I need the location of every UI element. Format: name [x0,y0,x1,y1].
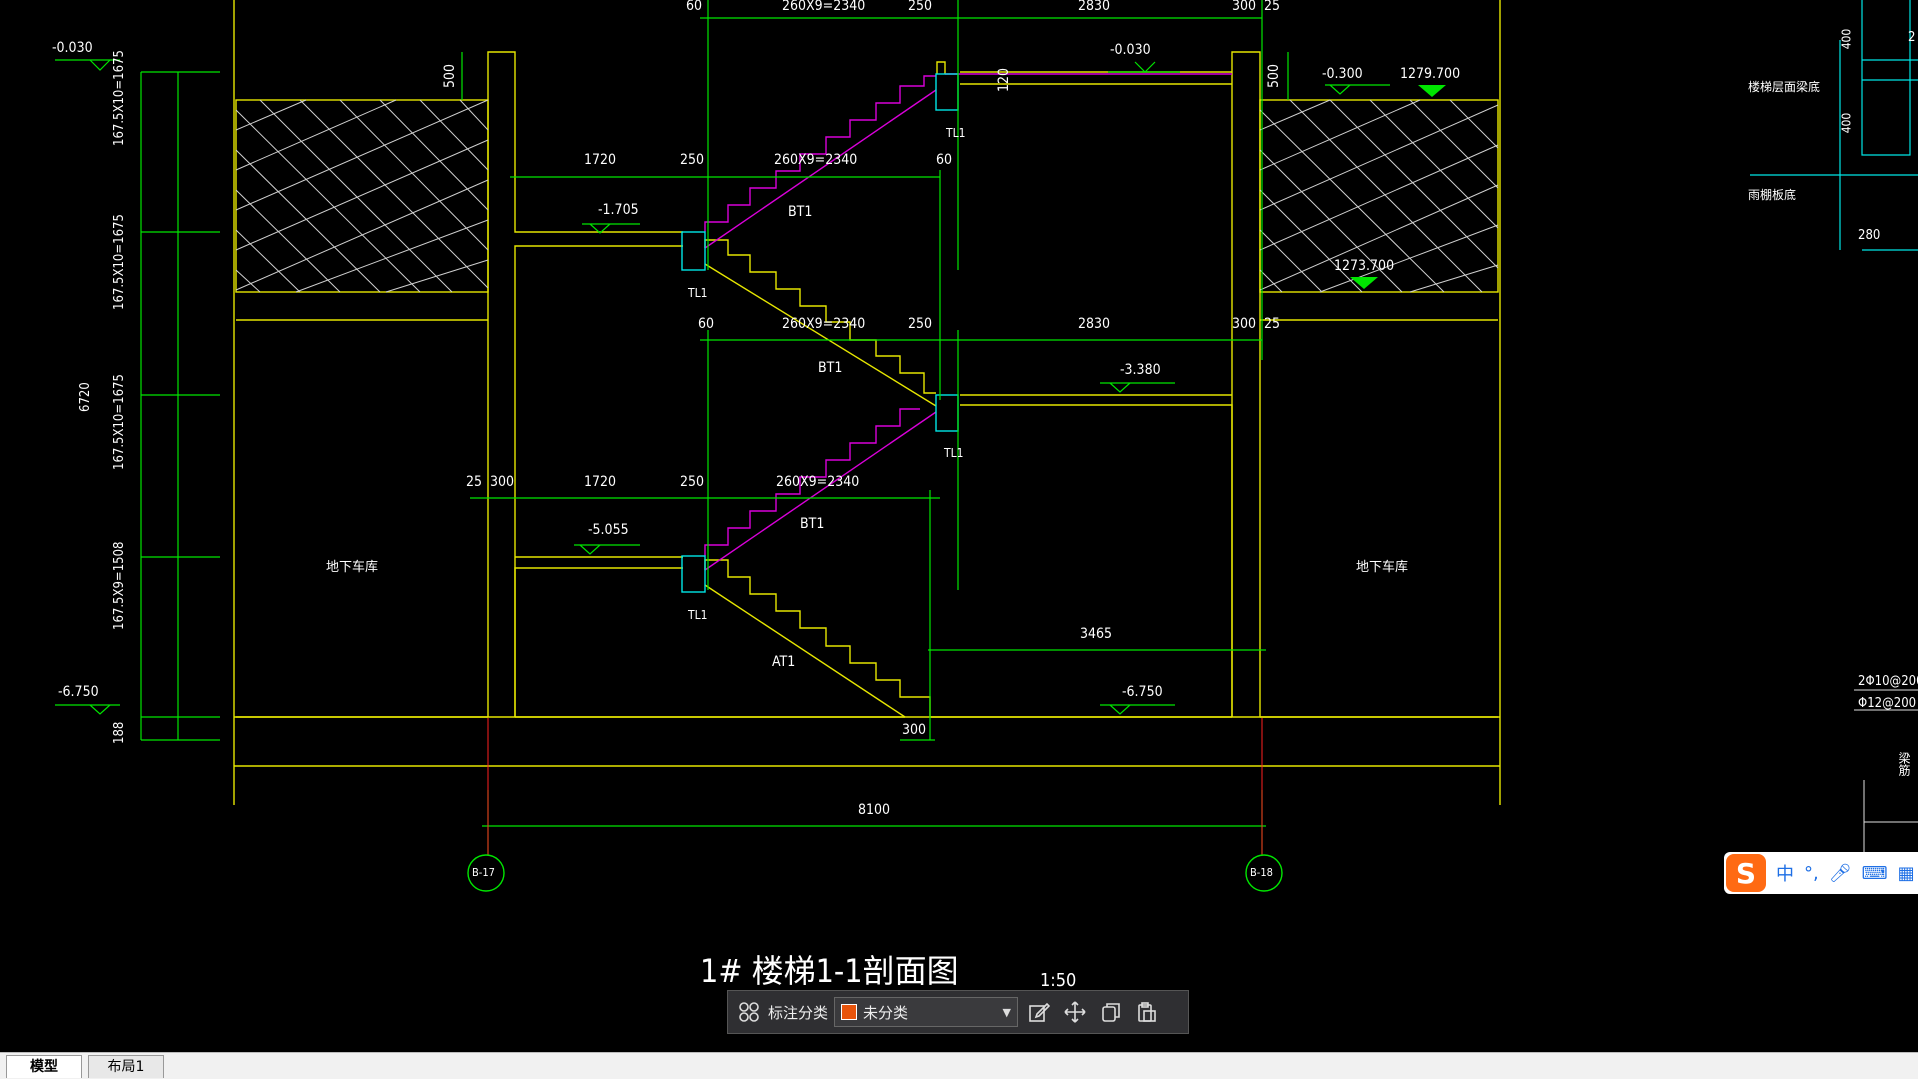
dim-row3-60: 60 [698,316,715,332]
dim-row4-300: 300 [490,474,515,490]
dim-vert-total: 6720 [78,382,93,412]
dim-mid-1720: 1720 [584,152,617,168]
axis-label-right: B-18 [1250,866,1273,879]
dim-row4-steps: 260X9=2340 [776,474,860,490]
dim-top-300: 300 [1232,0,1257,14]
dim-row3-steps: 260X9=2340 [782,316,866,332]
dim-top-2830: 2830 [1078,0,1111,14]
copy-icon[interactable] [1096,997,1126,1027]
side-text-rebar: 梁筋 [1897,752,1911,776]
side-rebar-1: 2Φ10@200 [1858,674,1918,689]
dim-top-250: 250 [908,0,933,14]
side-num-2: 2 [1908,30,1916,45]
stair-label-1: BT1 [788,204,813,220]
layout-tab-bar: 模型 布局1 [0,1052,1918,1079]
grid-apps-icon[interactable] [734,997,764,1027]
category-label: 标注分类 [768,1003,829,1022]
stair-label-3: BT1 [800,516,825,532]
stair-label-2: BT1 [818,360,843,376]
dim-row3-300: 300 [1232,316,1257,332]
paste-icon[interactable] [1132,997,1162,1027]
level-7: -3.380 [1120,362,1161,378]
room-label-right: 地下车库 [1356,560,1409,575]
grid-icon[interactable]: ▦ [1898,863,1915,884]
ime-chinese-toggle[interactable]: 中 [1776,860,1794,886]
dim-top-25: 25 [1264,0,1281,14]
category-color-swatch [841,1004,858,1020]
ime-punctuation-toggle[interactable]: °, [1804,863,1819,884]
beam-label-4: TL1 [688,608,708,622]
side-dim-400a: 400 [1839,28,1854,50]
side-text-canopy: 雨棚板底 [1748,188,1797,202]
stair-label-4: AT1 [772,654,796,670]
level-1: -0.030 [52,40,93,56]
level-8: -5.055 [588,522,629,538]
dim-top-60: 60 [686,0,703,14]
dim-mid-60: 60 [936,152,953,168]
dim-8100: 8100 [858,802,891,818]
annotation-category-toolbar: 标注分类 未分类 ▼ [727,990,1189,1034]
level-5: 1273.700 [1334,258,1395,274]
dim-500-left: 500 [442,63,459,89]
beam-label-1: TL1 [946,126,966,140]
level-3: -0.300 [1322,66,1363,82]
level-6: -1.705 [598,202,639,218]
dim-vert-3: 167.5X10=1675 [112,374,127,470]
beam-label-3: TL1 [944,446,964,460]
level-9: -6.750 [58,684,99,700]
dim-vert-4: 167.5X9=1508 [112,541,127,630]
level-10: -6.750 [1122,684,1163,700]
category-select[interactable]: 未分类 ▼ [834,997,1019,1027]
dim-3465: 3465 [1080,626,1113,642]
dim-300-bottom: 300 [902,722,927,738]
dim-row3-2830: 2830 [1078,316,1111,332]
drawing-scale: 1:50 [1040,970,1077,991]
dim-row4-250: 250 [680,474,705,490]
chevron-down-icon: ▼ [1002,1006,1012,1019]
mic-icon[interactable]: 🎤︎ [1829,863,1852,884]
drawing-title: 1# 楼梯1-1剖面图 [700,952,959,990]
beam-label-2: TL1 [688,286,708,300]
dim-vert-2: 167.5X10=1675 [112,214,127,310]
dim-row3-250: 250 [908,316,933,332]
level-4: 1279.700 [1400,66,1461,82]
dim-row4-25: 25 [466,474,483,490]
dim-500-right: 500 [1266,63,1283,89]
axis-label-left: B-17 [472,866,495,879]
dim-top-steps: 260X9=2340 [782,0,866,14]
category-value: 未分类 [863,1003,909,1022]
side-dim-280: 280 [1858,228,1881,243]
side-rebar-2: Φ12@200 [1858,696,1917,711]
dim-row3-25: 25 [1264,316,1281,332]
keyboard-icon[interactable]: ⌨︎ [1862,863,1888,884]
tab-model[interactable]: 模型 [6,1055,82,1078]
side-text-beam: 楼梯层面梁底 [1748,80,1821,94]
text-layer: 60 260X9=2340 250 2830 300 25 500 500 12… [0,0,1918,1052]
side-dim-400b: 400 [1839,112,1854,134]
dim-mid-steps: 260X9=2340 [774,152,858,168]
edit-icon[interactable] [1024,997,1054,1027]
level-2: -0.030 [1110,42,1151,58]
dim-vert-5: 188 [112,721,127,744]
tab-layout1[interactable]: 布局1 [88,1055,164,1078]
ime-toolbar[interactable]: S 中 °, 🎤︎ ⌨︎ ▦ [1724,852,1918,894]
dim-mid-250: 250 [680,152,705,168]
dim-120: 120 [996,67,1013,93]
sogou-logo-icon[interactable]: S [1726,854,1766,892]
dim-row4-1720: 1720 [584,474,617,490]
move-icon[interactable] [1060,997,1090,1027]
dim-vert-1: 167.5X10=1675 [112,50,127,146]
room-label-left: 地下车库 [326,560,379,575]
